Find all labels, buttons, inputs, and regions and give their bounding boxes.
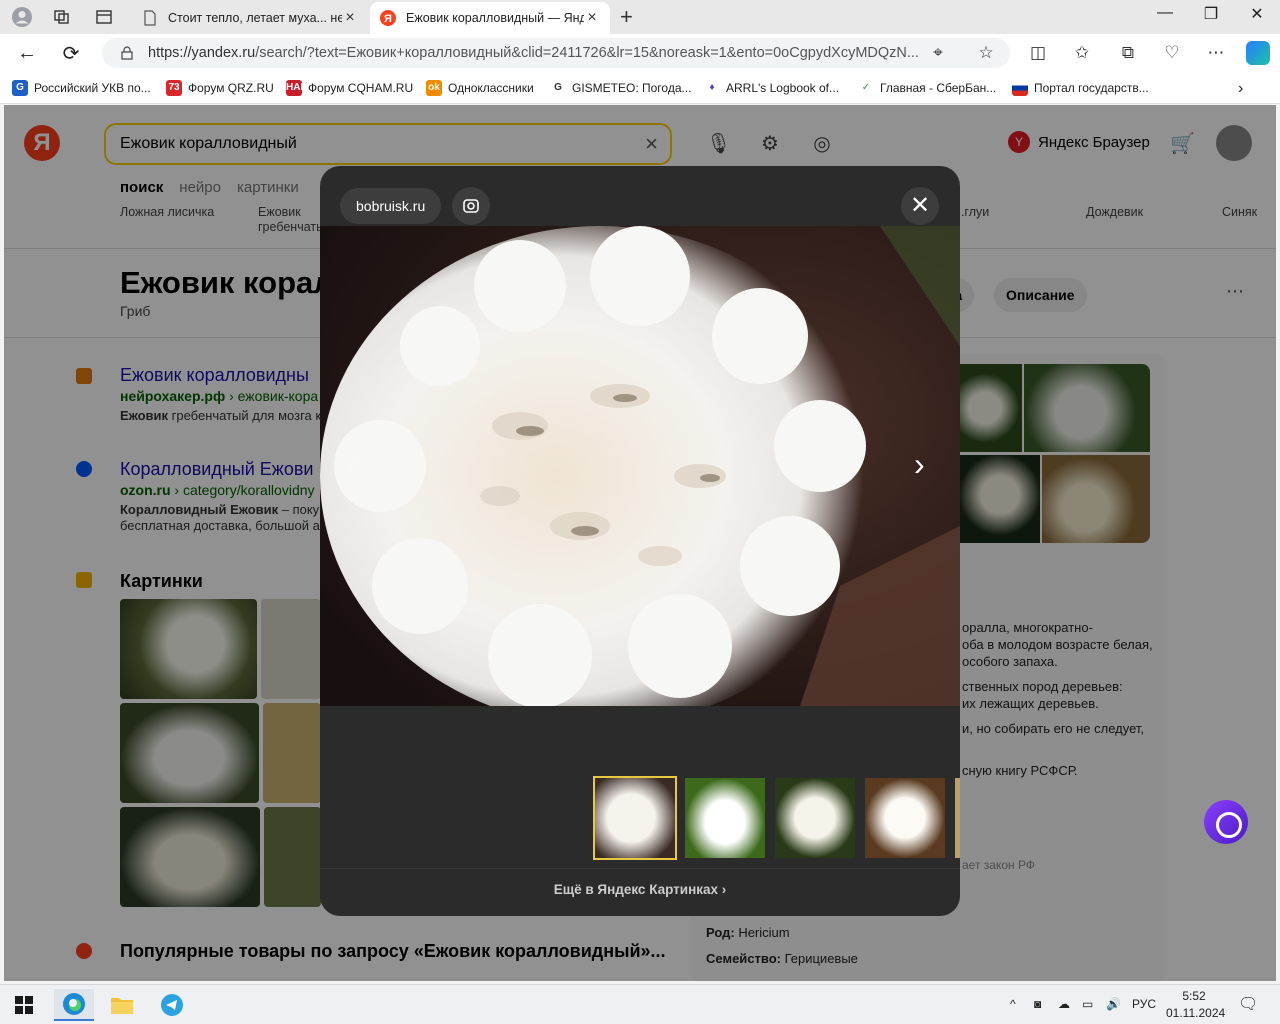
strip-thumb[interactable] [775,778,855,858]
strip-thumb[interactable] [865,778,945,858]
bookmark-favicon-icon: G [12,80,28,96]
address-bar-row: ← ⟳ https://yandex.ru/search/?text=Ежови… [0,34,1280,72]
bookmark-label: Портал государств... [1034,81,1149,95]
bookmark-item[interactable]: G Российский УКВ по... [12,80,151,96]
bookmark-item[interactable]: G GISMETEO: Погода... [550,80,692,96]
favorites-icon[interactable]: ✩ [1072,43,1092,63]
alice-assistant-button[interactable] [1204,800,1248,844]
bookmark-label: Одноклассники [448,81,534,95]
bookmark-label: Форум QRZ.RU [188,81,274,95]
strip-thumb[interactable] [685,778,765,858]
bookmark-item[interactable]: ♦ ARRL's Logbook of... [704,80,839,96]
new-tab-button[interactable]: + [620,4,633,30]
main-image[interactable] [320,226,960,706]
source-link[interactable]: bobruisk.ru [340,188,442,224]
tab-actions-icon[interactable] [92,5,116,29]
image-search-button[interactable] [452,187,490,225]
bookmark-favicon-icon: ♦ [704,80,720,96]
workspaces-icon[interactable] [50,5,74,29]
copilot-icon[interactable] [1246,41,1270,65]
bookmark-item[interactable]: HAM Форум CQHAM.RU [286,80,413,96]
bookmark-favicon-icon [1012,80,1028,96]
onedrive-icon[interactable]: ☁ [1058,997,1070,1011]
tab-active[interactable]: Я Ежовик коралловидный — Янде × [370,2,610,34]
edge-taskbar-icon[interactable] [54,989,94,1021]
clock-date: 01.11.2024 [1166,1006,1226,1020]
telegram-icon[interactable] [152,989,192,1021]
image-viewer-modal: bobruisk.ru ✕ ‹ › Ещё в Яндекс Картинках… [320,166,960,916]
strip-thumb-selected[interactable] [593,776,677,860]
collections-icon[interactable]: ⧉ [1118,43,1138,63]
close-tab-icon[interactable]: × [584,9,600,27]
bookmark-item[interactable]: Портал государств... [1012,80,1149,96]
tray-chevron-icon[interactable]: ^ [1010,997,1016,1011]
bookmark-label: Российский УКВ по... [34,81,151,95]
url-path: /search/?text=Ежовик+коралловидный&clid=… [255,45,919,61]
meet-now-icon[interactable]: ◙ [1034,997,1041,1011]
back-button[interactable]: ← [14,40,40,66]
bookmarks-more-icon[interactable]: › [1238,80,1243,98]
strip-thumb[interactable] [955,778,960,858]
bookmark-item[interactable]: 73 Форум QRZ.RU [166,80,274,96]
settings-more-icon[interactable]: ⋯ [1206,43,1226,63]
page-icon [144,10,156,26]
lock-icon[interactable] [120,46,134,60]
close-tab-icon[interactable]: × [342,9,358,27]
favorite-star-icon[interactable]: ☆ [976,43,996,63]
bookmark-favicon-icon: ok [426,80,442,96]
url-host: https://yandex.ru [148,45,256,61]
bookmark-favicon-icon: G [550,80,566,96]
next-image-icon[interactable]: › [914,446,925,483]
bookmark-item[interactable]: ✓ Главная - СберБан... [858,80,996,96]
network-icon[interactable]: ▭ [1082,997,1093,1011]
divider [320,868,960,869]
bookmarks-bar: G Российский УКВ по... 73 Форум QRZ.RU HAM… [0,72,1280,104]
restore-button[interactable]: ❐ [1188,4,1234,24]
clock-time: 5:52 [1182,989,1206,1003]
profile-icon[interactable] [10,5,34,29]
bookmark-label: Главная - СберБан... [880,81,997,95]
location-icon[interactable]: ⌖ [928,43,948,63]
volume-icon[interactable]: 🔊 [1106,997,1121,1011]
tab-inactive[interactable]: Стоит тепло, летает муха... неуж × [132,2,368,34]
refresh-button[interactable]: ⟳ [58,40,84,66]
bookmark-label: ARRL's Logbook of... [726,81,840,95]
more-in-images-link[interactable]: Ещё в Яндекс Картинках › [320,882,960,897]
camera-lens-icon [463,199,479,213]
split-screen-icon[interactable]: ◫ [1028,43,1048,63]
close-window-button[interactable]: ✕ [1234,4,1280,24]
minimize-button[interactable]: — [1142,4,1188,22]
yandex-favicon-icon: Я [380,10,396,26]
svg-text:Я: Я [384,13,392,25]
language-indicator[interactable]: РУС [1132,997,1156,1011]
windows-start-icon[interactable] [4,989,44,1021]
bookmark-item[interactable]: ok Одноклассники [426,80,534,96]
previous-image-icon[interactable]: ‹ [346,446,357,483]
bookmark-label: GISMETEO: Погода... [572,81,692,95]
taskbar: ^ ◙ ☁ ▭ 🔊 РУС 5:52 01.11.2024 🗨 [0,984,1280,1024]
bookmark-favicon-icon: 73 [166,80,182,96]
browser-essentials-icon[interactable]: ♡ [1162,43,1182,63]
tab-title: Ежовик коралловидный — Янде [406,11,584,25]
notifications-icon[interactable]: 🗨 [1238,994,1258,1014]
close-viewer-button[interactable]: ✕ [901,187,939,225]
bookmark-favicon-icon: HAM [286,80,309,96]
tab-bar: Стоит тепло, летает муха... неуж × Я Ежо… [0,0,1280,34]
tab-title: Стоит тепло, летает муха... неуж [168,11,342,25]
clock[interactable]: 5:52 01.11.2024 [1166,988,1226,1022]
bookmark-label: Форум CQHAM.RU [308,81,414,95]
url-field[interactable]: https://yandex.ru/search/?text=Ежовик+ко… [102,38,1010,68]
file-explorer-icon[interactable] [102,989,142,1021]
bookmark-favicon-icon: ✓ [858,80,874,96]
